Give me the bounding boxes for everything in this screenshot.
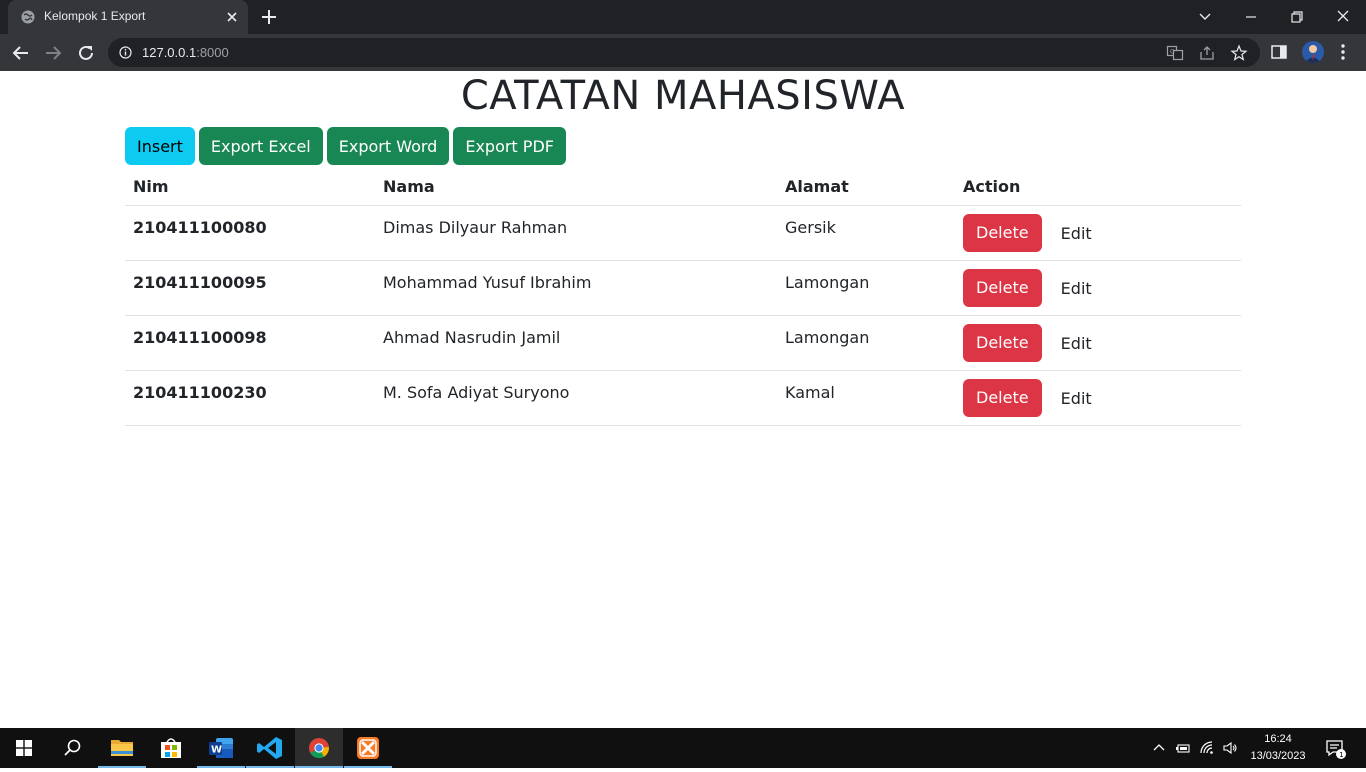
clock-time: 16:24 — [1264, 733, 1292, 745]
new-tab-icon[interactable] — [260, 8, 278, 26]
taskbar-word[interactable]: W — [197, 728, 245, 768]
start-button[interactable] — [0, 728, 48, 768]
cell-nim: 210411100095 — [125, 260, 375, 316]
taskbar-chrome[interactable] — [295, 728, 343, 768]
chrome-icon — [309, 738, 329, 759]
wifi-icon[interactable] — [1199, 740, 1215, 756]
tab-title: Kelompok 1 Export — [44, 9, 146, 23]
share-icon[interactable] — [1198, 44, 1216, 62]
edit-link[interactable]: Edit — [1061, 389, 1092, 408]
column-header-nim: Nim — [125, 169, 375, 206]
clock-date: 13/03/2023 — [1250, 750, 1306, 762]
search-icon — [64, 739, 81, 756]
table-row: 210411100230 M. Sofa Adiyat Suryono Kama… — [125, 370, 1241, 426]
side-panel-icon[interactable] — [1269, 42, 1289, 62]
column-header-action: Action — [955, 169, 1241, 206]
restore-icon[interactable] — [1286, 6, 1308, 28]
address-bar[interactable]: 127.0.0.1:8000 G — [108, 38, 1260, 67]
minimize-icon[interactable] — [1240, 6, 1262, 28]
cell-nama: Dimas Dilyaur Rahman — [375, 205, 777, 261]
action-button-row: Insert Export Excel Export Word Export P… — [125, 127, 566, 165]
cell-nama: Ahmad Nasrudin Jamil — [375, 315, 777, 371]
file-explorer-icon — [111, 740, 133, 756]
browser-tab[interactable]: Kelompok 1 Export — [8, 0, 248, 34]
close-window-icon[interactable] — [1332, 6, 1354, 28]
cell-nim: 210411100098 — [125, 315, 375, 371]
cell-action: Delete Edit — [955, 315, 1241, 371]
column-header-nama: Nama — [375, 169, 777, 206]
table-row: 210411100080 Dimas Dilyaur Rahman Gersik… — [125, 205, 1241, 261]
xampp-icon — [357, 737, 379, 759]
web-page: CATATAN MAHASISWA Insert Export Excel Ex… — [0, 71, 1366, 728]
table-header-row: Nim Nama Alamat Action — [125, 169, 1241, 206]
taskbar-search-button[interactable] — [48, 728, 96, 768]
table-row: 210411100095 Mohammad Yusuf Ibrahim Lamo… — [125, 260, 1241, 316]
table-row: 210411100098 Ahmad Nasrudin Jamil Lamong… — [125, 315, 1241, 371]
windows-taskbar: W 16:24 13/03/2023 1 — [0, 728, 1366, 768]
notification-count: 1 — [1339, 751, 1343, 759]
insert-button[interactable]: Insert — [125, 127, 195, 165]
menu-dots-icon[interactable] — [1333, 42, 1353, 62]
url-port: :8000 — [196, 45, 229, 60]
cell-action: Delete Edit — [955, 370, 1241, 426]
page-title: CATATAN MAHASISWA — [460, 73, 906, 119]
reload-icon[interactable] — [75, 42, 97, 64]
taskbar-xampp[interactable] — [344, 728, 392, 768]
cell-alamat: Lamongan — [777, 315, 955, 371]
export-word-button[interactable]: Export Word — [326, 127, 450, 165]
translate-icon[interactable]: G — [1166, 44, 1184, 62]
profile-avatar[interactable] — [1302, 41, 1324, 63]
export-pdf-button[interactable]: Export PDF — [453, 127, 566, 165]
taskbar-store[interactable] — [147, 728, 195, 768]
cell-alamat: Lamongan — [777, 260, 955, 316]
chevron-up-icon[interactable] — [1151, 740, 1167, 756]
mahasiswa-table: Nim Nama Alamat Action 210411100080 Dima… — [125, 169, 1241, 426]
cell-nim: 210411100080 — [125, 205, 375, 261]
forward-icon[interactable] — [42, 42, 64, 64]
site-info-icon[interactable] — [119, 46, 132, 59]
taskbar-clock[interactable]: 16:24 13/03/2023 — [1248, 731, 1308, 765]
url-text: 127.0.0.1:8000 — [142, 45, 229, 60]
delete-button[interactable]: Delete — [963, 323, 1042, 362]
edit-link[interactable]: Edit — [1061, 224, 1092, 243]
edit-link[interactable]: Edit — [1061, 334, 1092, 353]
vscode-icon — [257, 737, 282, 759]
cell-alamat: Kamal — [777, 370, 955, 426]
close-tab-icon[interactable] — [224, 9, 240, 25]
cell-nama: Mohammad Yusuf Ibrahim — [375, 260, 777, 316]
cell-alamat: Gersik — [777, 205, 955, 261]
cell-nim: 210411100230 — [125, 370, 375, 426]
edit-link[interactable]: Edit — [1061, 279, 1092, 298]
taskbar-file-explorer[interactable] — [98, 728, 146, 768]
url-host: 127.0.0.1 — [142, 45, 197, 60]
delete-button[interactable]: Delete — [963, 378, 1042, 417]
volume-icon[interactable] — [1222, 740, 1238, 756]
column-header-alamat: Alamat — [777, 169, 955, 206]
battery-icon[interactable] — [1175, 740, 1191, 756]
word-icon: W — [209, 738, 233, 758]
notification-center-icon[interactable]: 1 — [1325, 738, 1347, 760]
globe-icon — [21, 10, 35, 24]
svg-text:W: W — [211, 745, 222, 756]
cell-action: Delete Edit — [955, 260, 1241, 316]
browser-toolbar: 127.0.0.1:8000 G — [0, 34, 1366, 71]
back-icon[interactable] — [10, 42, 32, 64]
svg-text:G: G — [1170, 49, 1175, 56]
export-excel-button[interactable]: Export Excel — [198, 127, 323, 165]
delete-button[interactable]: Delete — [963, 213, 1042, 252]
microsoft-store-icon — [161, 738, 181, 758]
taskbar-vscode[interactable] — [246, 728, 294, 768]
cell-action: Delete Edit — [955, 205, 1241, 261]
cell-nama: M. Sofa Adiyat Suryono — [375, 370, 777, 426]
browser-titlebar: Kelompok 1 Export — [0, 0, 1366, 34]
start-icon — [16, 740, 32, 756]
tab-search-icon[interactable] — [1194, 6, 1216, 28]
bookmark-star-icon[interactable] — [1230, 44, 1248, 62]
profile-picture — [1305, 45, 1321, 63]
delete-button[interactable]: Delete — [963, 268, 1042, 307]
